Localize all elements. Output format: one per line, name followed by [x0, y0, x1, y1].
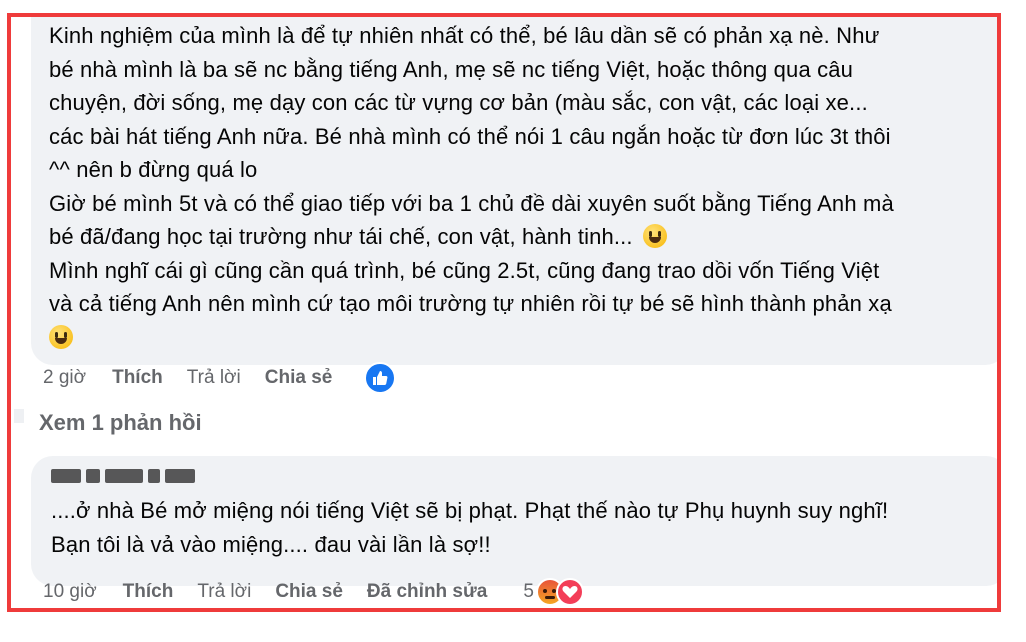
reply-text-line: Bạn tôi là vả vào miệng.... đau vài lần …	[51, 531, 491, 557]
comment-text-line: bé nhà mình là ba sẽ nc bằng tiếng Anh, …	[49, 56, 854, 82]
comment-text: bé đã/đang học tại trường như tái chế, c…	[49, 224, 633, 249]
comment-actions: 2 giờ Thích Trả lời Chia sẻ	[43, 362, 397, 394]
see-replies-link[interactable]: Xem 1 phản hồi	[39, 410, 202, 436]
comment-text-line: Kinh nghiệm của mình là để tự nhiên nhất…	[49, 23, 880, 48]
heart-icon[interactable]	[555, 578, 584, 606]
comment-timestamp[interactable]: 2 giờ	[43, 367, 86, 389]
like-button[interactable]: Thích	[112, 367, 163, 389]
grinning-emoji-icon	[642, 224, 667, 248]
share-button[interactable]: Chia sẻ	[275, 581, 343, 603]
comment-text-line: chuyện, đời sống, mẹ dạy con các từ vựng…	[49, 90, 868, 115]
edited-label: Đã chỉnh sửa	[366, 581, 488, 602]
reply-bubble: ....ở nhà Bé mở miệng nói tiếng Việt sẽ …	[31, 456, 997, 586]
grinning-emoji-icon	[49, 324, 73, 349]
like-thumb-icon[interactable]	[364, 362, 397, 394]
reply-timestamp[interactable]: 10 giờ	[43, 581, 97, 603]
redacted-author-name[interactable]	[51, 464, 988, 488]
comment-text-line: Giờ bé mình 5t và có thể giao tiếp với b…	[49, 190, 894, 216]
comment-text-line: và cả tiếng Anh nên mình cứ tạo môi trườ…	[49, 291, 892, 316]
comment-text-line: Mình nghĩ cái gì cũng cần quá trình, bé …	[49, 257, 880, 283]
comment-bubble: Kinh nghiệm của mình là để tự nhiên nhất…	[31, 17, 997, 365]
reply-actions: 10 giờ Thích Trả lời Chia sẻ Đã chỉnh sử…	[43, 578, 584, 606]
comment-emoji-line	[49, 321, 989, 355]
reply-button[interactable]: Trả lời	[197, 581, 251, 603]
reaction-count[interactable]: 5	[523, 581, 534, 603]
comment-text-line: ^^ nên b đừng quá lo	[49, 157, 258, 182]
comment-text-line: các bài hát tiếng Anh nữa. Bé nhà mình c…	[49, 123, 891, 149]
screenshot-frame: Kinh nghiệm của mình là để tự nhiên nhất…	[7, 13, 1001, 612]
reply-text-line: ....ở nhà Bé mở miệng nói tiếng Việt sẽ …	[51, 498, 889, 523]
thread-line	[14, 409, 24, 423]
reply-button[interactable]: Trả lời	[187, 367, 241, 389]
share-button[interactable]: Chia sẻ	[265, 367, 333, 389]
like-button[interactable]: Thích	[123, 581, 174, 603]
comment-text-line-with-emoji: bé đã/đang học tại trường như tái chế, c…	[49, 220, 989, 254]
